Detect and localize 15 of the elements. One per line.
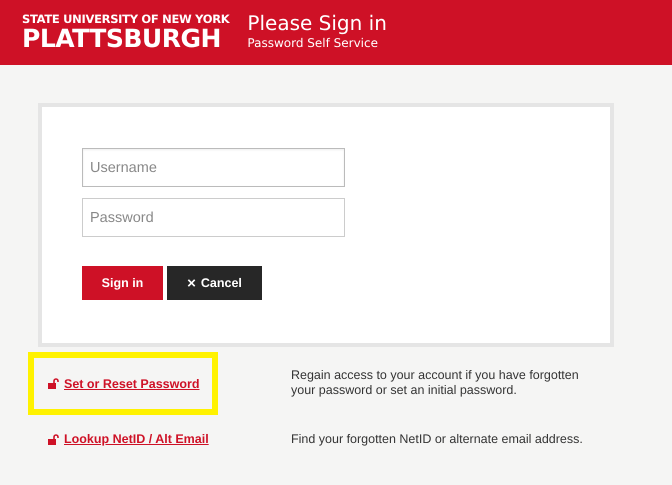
unlocked-padlock-icon bbox=[48, 378, 59, 389]
logo-text: PLATTSBURGH bbox=[22, 26, 222, 52]
link-description: Regain access to your account if you have forgotten your password or set an initial password. bbox=[291, 367, 580, 398]
unlocked-padlock-icon bbox=[48, 434, 59, 444]
link[interactable]: Lookup NetID / Alt Email bbox=[64, 432, 209, 446]
close-icon: × bbox=[187, 274, 196, 292]
sign-in-button[interactable]: Sign in bbox=[82, 266, 163, 300]
input-field[interactable]: Password bbox=[82, 198, 345, 237]
page-subtitle: Password Self Service bbox=[247, 36, 379, 51]
input-field[interactable]: Username bbox=[82, 148, 345, 187]
cancel-button[interactable]: × Cancel bbox=[167, 266, 262, 300]
logo-top-text: STATE UNIVERSITY OF NEW YORK bbox=[22, 13, 230, 26]
link[interactable]: Set or Reset Password bbox=[64, 376, 200, 390]
link-description: Find your forgotten NetID or alternate email address. bbox=[291, 431, 584, 447]
page-title: Please Sign in bbox=[247, 10, 387, 36]
